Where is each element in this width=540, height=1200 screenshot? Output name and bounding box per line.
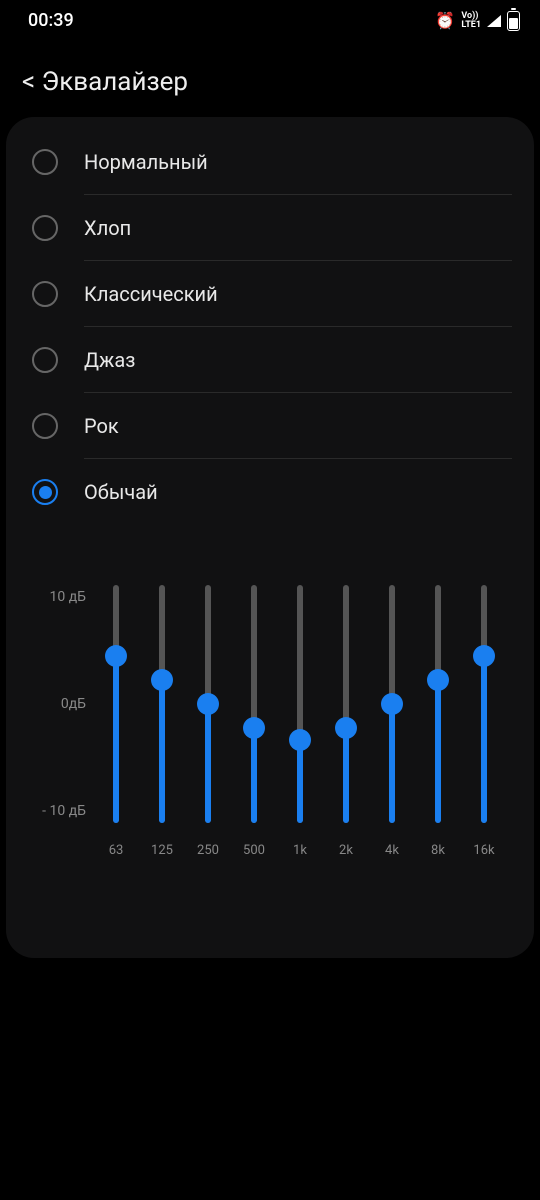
battery-icon [507, 11, 520, 31]
eq-slider[interactable] [194, 565, 222, 833]
slider-fill [481, 656, 487, 823]
status-bar: 00:39 ⏰ Vo))LTE1 [0, 0, 540, 39]
slider-thumb[interactable] [427, 669, 449, 691]
preset-item[interactable]: Джаз [6, 327, 534, 393]
x-tick-label: 4k [378, 843, 406, 858]
eq-slider[interactable] [378, 565, 406, 833]
slider-thumb[interactable] [243, 717, 265, 739]
eq-slider[interactable] [424, 565, 452, 833]
eq-slider[interactable] [332, 565, 360, 833]
slider-thumb[interactable] [105, 645, 127, 667]
slider-thumb[interactable] [335, 717, 357, 739]
slider-fill [389, 704, 395, 823]
preset-item[interactable]: Классический [6, 261, 534, 327]
content-panel: НормальныйХлопКлассическийДжазРокОбычай … [6, 117, 534, 958]
x-tick-label: 125 [148, 843, 176, 858]
y-axis-labels: 10 дБ 0дБ - 10 дБ [36, 589, 96, 819]
eq-slider[interactable] [102, 565, 130, 833]
eq-slider[interactable] [470, 565, 498, 833]
preset-item[interactable]: Нормальный [6, 129, 534, 195]
slider-fill [297, 740, 303, 823]
radio-button[interactable] [32, 281, 58, 307]
equalizer-area: 10 дБ 0дБ - 10 дБ 63 125 250 500 1k 2k 4k 8k 16k [6, 565, 534, 858]
radio-button[interactable] [32, 215, 58, 241]
eq-slider[interactable] [240, 565, 268, 833]
x-tick-label: 63 [102, 843, 130, 858]
radio-button[interactable] [32, 347, 58, 373]
preset-label: Хлоп [84, 216, 131, 240]
preset-label: Рок [84, 414, 119, 438]
x-tick-label: 16k [470, 843, 498, 858]
slider-fill [159, 680, 165, 823]
page-title: Эквалайзер [42, 67, 188, 97]
x-tick-label: 2k [332, 843, 360, 858]
slider-fill [343, 728, 349, 823]
preset-label: Классический [84, 282, 218, 306]
page-header: < Эквалайзер [0, 39, 540, 117]
x-tick-label: 250 [194, 843, 222, 858]
status-indicators: ⏰ Vo))LTE1 [435, 11, 520, 31]
slider-thumb[interactable] [151, 669, 173, 691]
alarm-icon: ⏰ [435, 11, 455, 30]
preset-label: Нормальный [84, 150, 208, 174]
back-button[interactable]: < Эквалайзер [22, 67, 518, 97]
radio-button[interactable] [32, 149, 58, 175]
slider-fill [251, 728, 257, 823]
slider-fill [435, 680, 441, 823]
slider-thumb[interactable] [289, 729, 311, 751]
slider-fill [113, 656, 119, 823]
x-tick-label: 1k [286, 843, 314, 858]
preset-label: Джаз [84, 348, 135, 372]
status-time: 00:39 [28, 10, 74, 31]
preset-item[interactable]: Рок [6, 393, 534, 459]
signal-icon [487, 15, 501, 27]
x-tick-label: 8k [424, 843, 452, 858]
eq-slider[interactable] [286, 565, 314, 833]
chevron-left-icon: < [22, 67, 35, 97]
preset-item[interactable]: Обычай [6, 459, 534, 525]
eq-slider[interactable] [148, 565, 176, 833]
slider-thumb[interactable] [197, 693, 219, 715]
preset-item[interactable]: Хлоп [6, 195, 534, 261]
radio-button[interactable] [32, 479, 58, 505]
preset-label: Обычай [84, 480, 158, 504]
slider-thumb[interactable] [381, 693, 403, 715]
x-tick-label: 500 [240, 843, 268, 858]
slider-fill [205, 704, 211, 823]
eq-sliders [96, 565, 504, 833]
slider-thumb[interactable] [473, 645, 495, 667]
x-axis-labels: 63 125 250 500 1k 2k 4k 8k 16k [96, 833, 504, 858]
radio-button[interactable] [32, 413, 58, 439]
network-indicator: Vo))LTE1 [461, 12, 481, 30]
